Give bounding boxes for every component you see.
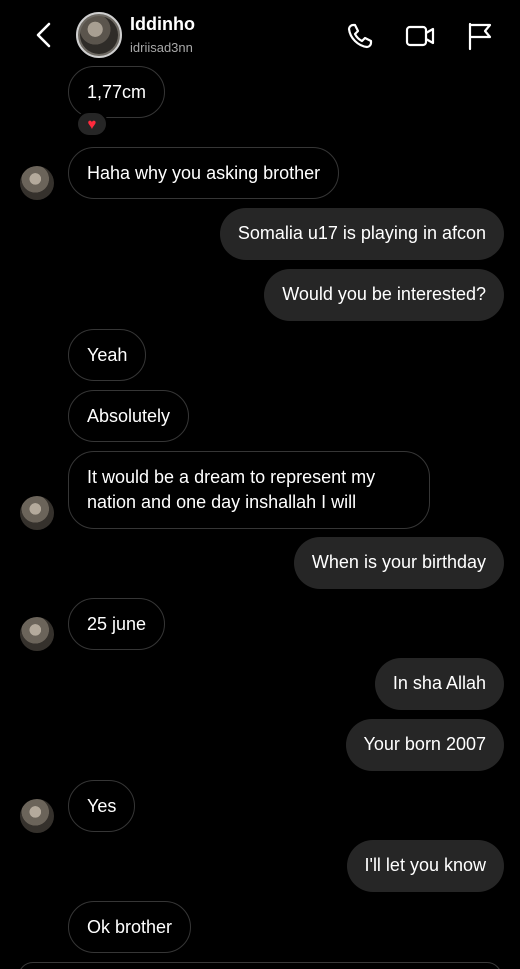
- outgoing-message[interactable]: I'll let you know: [346, 840, 504, 892]
- outgoing-message[interactable]: Somalia u17 is playing in afcon: [219, 208, 504, 260]
- chevron-left-icon: [36, 22, 51, 48]
- incoming-message[interactable]: Absolutely: [68, 390, 190, 442]
- message-reaction[interactable]: ♥: [76, 111, 108, 137]
- incoming-message[interactable]: It would be a dream to represent my nati…: [68, 451, 430, 529]
- sender-avatar[interactable]: [20, 496, 54, 530]
- outgoing-message[interactable]: In sha Allah: [374, 658, 504, 710]
- report-button[interactable]: [464, 20, 496, 52]
- message-composer[interactable]: [18, 962, 502, 969]
- outgoing-message[interactable]: Would you be interested?: [264, 269, 504, 321]
- incoming-message[interactable]: Ok brother: [68, 901, 192, 953]
- sender-avatar[interactable]: [20, 617, 54, 651]
- contact-name[interactable]: Iddinho: [130, 14, 195, 35]
- video-call-button[interactable]: [404, 20, 436, 52]
- contact-username[interactable]: idriisad3nn: [130, 40, 193, 55]
- voice-call-button[interactable]: [344, 20, 376, 52]
- incoming-message[interactable]: Yeah: [68, 329, 147, 381]
- outgoing-message[interactable]: When is your birthday: [293, 537, 504, 589]
- outgoing-message[interactable]: Your born 2007: [345, 719, 504, 771]
- heart-icon: ♥: [87, 115, 97, 133]
- incoming-message[interactable]: Haha why you asking brother: [68, 147, 340, 199]
- incoming-message[interactable]: 25 june: [68, 598, 166, 650]
- phone-icon: [347, 23, 373, 49]
- video-camera-icon: [405, 25, 435, 47]
- incoming-message[interactable]: Yes: [68, 780, 136, 832]
- flag-icon: [468, 22, 492, 51]
- contact-avatar[interactable]: [76, 12, 122, 58]
- sender-avatar[interactable]: [20, 799, 54, 833]
- sender-avatar[interactable]: [20, 166, 54, 200]
- back-button[interactable]: [30, 20, 58, 50]
- chat-header: Iddinho idriisad3nn: [0, 0, 520, 68]
- incoming-message[interactable]: 1,77cm: [68, 66, 166, 118]
